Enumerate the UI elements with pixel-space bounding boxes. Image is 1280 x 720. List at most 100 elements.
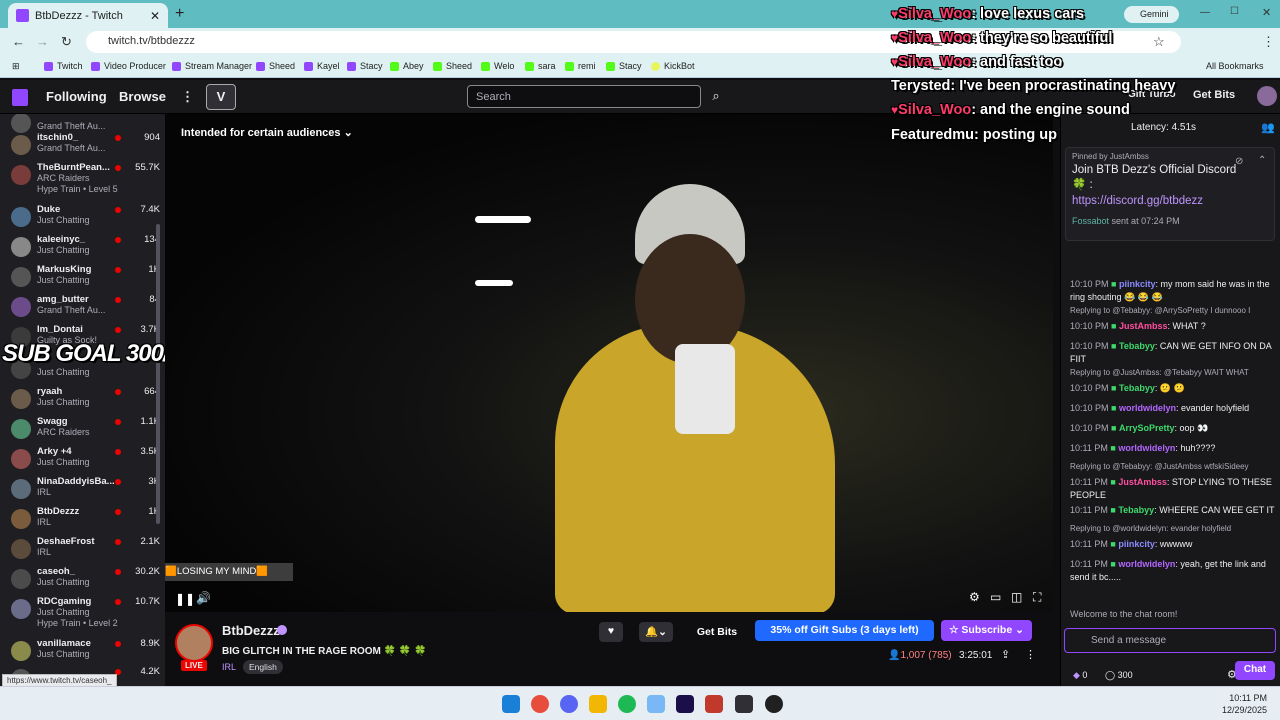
bookmark-item[interactable]: sara: [525, 61, 556, 71]
chat-input[interactable]: Send a message: [1064, 628, 1276, 653]
pause-icon[interactable]: ❚❚: [175, 592, 195, 606]
apps-icon[interactable]: ⊞: [12, 61, 20, 72]
sidebar-channel-item[interactable]: NinaDaddyisBa... IRL 3K: [0, 474, 160, 504]
volume-icon[interactable]: 🔊: [196, 591, 211, 605]
bookmark-item[interactable]: Twitch: [44, 61, 83, 71]
stream-category[interactable]: IRL: [222, 662, 236, 672]
search-input[interactable]: Search: [467, 85, 701, 108]
sidebar-channel-item[interactable]: BtbDezzz IRL 1K: [0, 504, 160, 534]
tab-close-icon[interactable]: ✕: [150, 9, 160, 23]
bookmark-item[interactable]: Abey: [390, 61, 424, 71]
chat-username[interactable]: Tebabyy: [1118, 505, 1154, 515]
chat-message[interactable]: 10:11 PM ■ piinkcity: wwwww: [1070, 538, 1275, 551]
sidebar-channel-item[interactable]: Swagg ARC Raiders 1.1K: [0, 414, 160, 444]
mini-player-icon[interactable]: ◫: [1011, 590, 1022, 604]
chat-username[interactable]: Tebabyy: [1119, 383, 1155, 393]
chat-message[interactable]: 10:10 PM ■ Tebabyy: 😕 😕: [1070, 382, 1275, 395]
bookmark-item[interactable]: Sheed: [256, 61, 295, 71]
following-link[interactable]: Following: [46, 89, 107, 104]
spotify-icon[interactable]: [618, 695, 636, 713]
more-options-icon[interactable]: ⋮: [1025, 648, 1036, 661]
sidebar-channel-item[interactable]: vanillamace Just Chatting 8.9K: [0, 636, 160, 666]
system-clock[interactable]: 10:11 PM 12/29/2025: [1222, 692, 1267, 716]
sidebar-channel-item[interactable]: TheBurntPean... ARC Raiders 55.7K Hype Trai…: [0, 160, 160, 194]
chat-message[interactable]: 10:10 PM ■ ArrySoPretty: oop 👀: [1070, 422, 1275, 435]
sidebar-channel-item[interactable]: itschin0_ Grand Theft Au... 904: [0, 130, 160, 160]
sidebar-channel-item[interactable]: amg_butter Grand Theft Au... 84: [0, 292, 160, 322]
chat-message[interactable]: 10:10 PM ■ worldwidelyn: evander holyfie…: [1070, 402, 1275, 415]
window-close-icon[interactable]: ✕: [1262, 6, 1271, 19]
bits-counter[interactable]: ◆ 0: [1073, 670, 1087, 681]
reply-context[interactable]: Replying to @Tebabyy: @ArrySoPretty I du…: [1070, 306, 1275, 315]
chat-send-button[interactable]: Chat: [1235, 661, 1275, 680]
subscribe-button[interactable]: ☆ Subscribe ⌄: [941, 620, 1032, 641]
fullscreen-icon[interactable]: ⛶: [1033, 590, 1041, 605]
forward-icon[interactable]: →: [36, 34, 49, 49]
sidebar-channel-item[interactable]: caseoh_ Just Chatting 30.2K: [0, 564, 160, 594]
bookmark-item[interactable]: Stacy: [347, 61, 383, 71]
sidebar-channel-item[interactable]: MarkusKing Just Chatting 1K: [0, 262, 160, 292]
sidebar-channel-item[interactable]: DeshaeFrost IRL 2.1K: [0, 534, 160, 564]
chat-message[interactable]: 10:11 PM ■ JustAmbss: STOP LYING TO THES…: [1070, 476, 1275, 502]
pinned-link[interactable]: https://discord.gg/btbdezz: [1072, 195, 1203, 207]
chat-message[interactable]: 10:11 PM ■ worldwidelyn: huh????: [1070, 442, 1275, 455]
chat-message[interactable]: 10:10 PM ■ Tebabyy: CAN WE GET INFO ON D…: [1070, 340, 1275, 366]
bookmark-item[interactable]: Welo: [481, 61, 514, 71]
sidebar-channel-item[interactable]: ryaah Just Chatting 664: [0, 384, 160, 414]
minimize-icon[interactable]: —: [1200, 7, 1210, 18]
app-icon[interactable]: [647, 695, 665, 713]
chat-username[interactable]: ArrySoPretty: [1119, 423, 1175, 433]
chat-username[interactable]: worldwidelyn: [1118, 559, 1175, 569]
bookmark-item[interactable]: remi: [565, 61, 596, 71]
browser-tab[interactable]: BtbDezzz - Twitch ✕: [8, 3, 168, 28]
sidebar-channel-item[interactable]: RDCgaming Just Chatting 10.7K Hype Train • …: [0, 594, 160, 628]
back-icon[interactable]: ←: [12, 34, 25, 49]
bookmark-item[interactable]: Stacy: [606, 61, 642, 71]
notifications-bell-icon[interactable]: 🔔⌄: [639, 622, 673, 642]
maximize-icon[interactable]: ☐: [1230, 6, 1239, 17]
get-bits-button[interactable]: Get Bits: [686, 622, 748, 642]
bookmark-item[interactable]: Sheed: [433, 61, 472, 71]
bookmark-item[interactable]: Video Producer: [91, 61, 166, 71]
browse-link[interactable]: Browse: [119, 89, 166, 104]
get-bits-top-button[interactable]: Get Bits: [1193, 89, 1235, 101]
obs-icon[interactable]: [765, 695, 783, 713]
channel-points[interactable]: ◯ 300: [1105, 670, 1133, 681]
chat-username[interactable]: Tebabyy: [1119, 341, 1155, 351]
reload-icon[interactable]: ↻: [61, 34, 72, 50]
chat-message[interactable]: 10:10 PM ■ JustAmbss: WHAT ?: [1070, 320, 1275, 333]
share-icon[interactable]: ⇪: [1001, 648, 1010, 661]
channel-avatar[interactable]: [175, 624, 213, 662]
chat-users-icon[interactable]: 👥: [1261, 121, 1275, 134]
video-player[interactable]: Intended for certain audiences ⌄ 🟧LOSING…: [165, 114, 1053, 612]
collapse-pin-icon[interactable]: ⌃: [1258, 155, 1266, 166]
chat-username[interactable]: worldwidelyn: [1118, 443, 1175, 453]
user-avatar[interactable]: [1257, 86, 1277, 106]
chat-message[interactable]: 10:11 PM ■ Tebabyy: WHEERE CAN WEE GET I…: [1070, 504, 1275, 517]
follow-heart-icon[interactable]: ♥: [599, 622, 623, 642]
chat-message[interactable]: 10:10 PM ■ piinkcity: my mom said he was…: [1070, 278, 1275, 304]
reply-context[interactable]: Replying to @worldwidelyn: evander holyf…: [1070, 524, 1275, 533]
chat-username[interactable]: JustAmbss: [1118, 477, 1167, 487]
language-tag[interactable]: English: [243, 660, 283, 674]
discord-icon[interactable]: [560, 695, 578, 713]
audience-notice[interactable]: Intended for certain audiences ⌄: [181, 126, 353, 139]
premiere-icon[interactable]: [676, 695, 694, 713]
bookmark-star-icon[interactable]: ☆: [1153, 34, 1165, 50]
extension-icon[interactable]: V: [206, 84, 236, 110]
chrome-icon[interactable]: [531, 695, 549, 713]
chat-username[interactable]: piinkcity: [1119, 279, 1156, 289]
sidebar-scrollbar[interactable]: [156, 224, 160, 524]
start-icon[interactable]: [502, 695, 520, 713]
chat-username[interactable]: JustAmbss: [1119, 321, 1168, 331]
reply-context[interactable]: Replying to @Tebabyy: @JustAmbss wtfskiS…: [1070, 462, 1275, 471]
reply-context[interactable]: Replying to @JustAmbss: @Tebabyy WAIT WH…: [1070, 368, 1275, 377]
bookmark-item[interactable]: Stream Manager: [172, 61, 252, 71]
chat-message[interactable]: 10:11 PM ■ worldwidelyn: yeah, get the l…: [1070, 558, 1275, 584]
sidebar-channel-item[interactable]: kaleeinyc_ Just Chatting 134: [0, 232, 160, 262]
settings-icon[interactable]: ⚙: [969, 590, 980, 604]
more-menu-icon[interactable]: ⋮: [181, 89, 194, 105]
file-explorer-icon[interactable]: [589, 695, 607, 713]
bookmark-item[interactable]: KickBot: [651, 61, 695, 71]
all-bookmarks[interactable]: All Bookmarks: [1206, 61, 1264, 71]
